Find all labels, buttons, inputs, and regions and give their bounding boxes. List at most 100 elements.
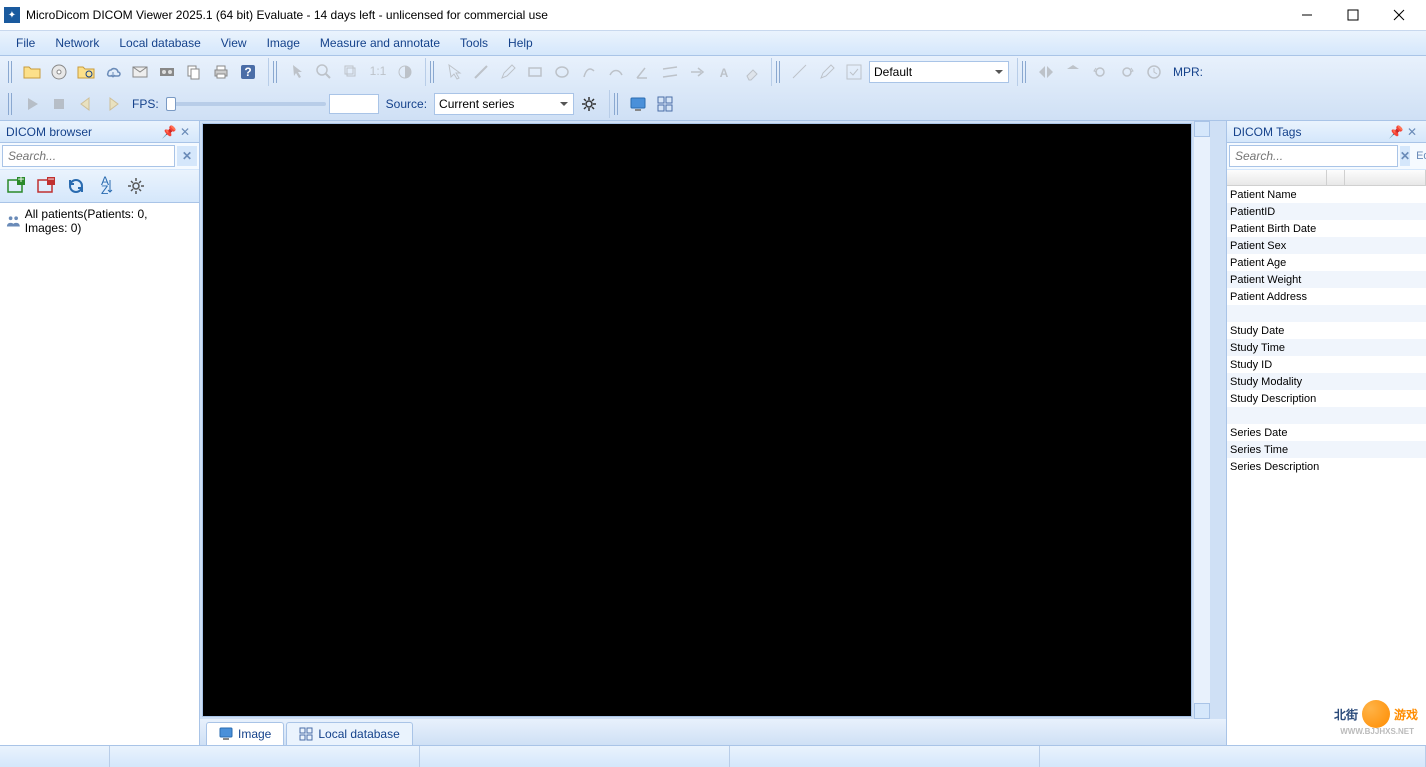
play-icon[interactable]	[20, 92, 44, 116]
toolbar-handle[interactable]	[430, 61, 436, 83]
tags-column-headers[interactable]	[1227, 170, 1426, 186]
video-icon[interactable]	[155, 60, 179, 84]
patient-tree[interactable]: All patients(Patients: 0, Images: 0)	[0, 203, 199, 745]
tab-image[interactable]: Image	[206, 722, 284, 745]
close-button[interactable]	[1376, 0, 1422, 30]
help-icon[interactable]: ?	[236, 60, 260, 84]
settings-icon[interactable]	[124, 174, 148, 198]
tag-row[interactable]: PatientID	[1227, 203, 1426, 220]
stop-icon[interactable]	[47, 92, 71, 116]
tag-row[interactable]: Patient Name	[1227, 186, 1426, 203]
layout-grid-icon[interactable]	[653, 92, 677, 116]
add-patient-icon[interactable]: +	[4, 174, 28, 198]
text-tool-icon[interactable]: A	[712, 60, 736, 84]
menu-network[interactable]: Network	[45, 32, 109, 54]
preset-check-icon[interactable]	[842, 60, 866, 84]
fps-input[interactable]	[329, 94, 379, 114]
refresh-icon[interactable]	[64, 174, 88, 198]
menu-help[interactable]: Help	[498, 32, 543, 54]
reset-icon[interactable]	[1142, 60, 1166, 84]
gear-icon[interactable]	[577, 92, 601, 116]
tags-search-input[interactable]	[1229, 145, 1398, 167]
tag-row[interactable]	[1227, 305, 1426, 322]
menu-local-database[interactable]: Local database	[109, 32, 210, 54]
flip-h-icon[interactable]	[1034, 60, 1058, 84]
rotate-ccw-icon[interactable]	[1088, 60, 1112, 84]
cloud-download-icon[interactable]	[101, 60, 125, 84]
tag-row[interactable]: Patient Age	[1227, 254, 1426, 271]
rotate-cw-icon[interactable]	[1115, 60, 1139, 84]
toolbar-handle[interactable]	[8, 61, 14, 83]
print-icon[interactable]	[209, 60, 233, 84]
tag-row[interactable]: Patient Weight	[1227, 271, 1426, 288]
clear-search-icon[interactable]: ✕	[177, 146, 197, 166]
cobb-angle-icon[interactable]	[658, 60, 682, 84]
pan-icon[interactable]	[339, 60, 363, 84]
select-tool-icon[interactable]	[442, 60, 466, 84]
preset-combo[interactable]: Default	[869, 61, 1009, 83]
close-panel-icon[interactable]: ✕	[1404, 124, 1420, 140]
tag-row[interactable]: Study Time	[1227, 339, 1426, 356]
edit-button[interactable]: Edit	[1412, 148, 1426, 164]
tag-row[interactable]: Series Date	[1227, 424, 1426, 441]
preset-pencil-icon[interactable]	[815, 60, 839, 84]
menu-view[interactable]: View	[211, 32, 257, 54]
preset-line-icon[interactable]	[788, 60, 812, 84]
toolbar-handle[interactable]	[776, 61, 782, 83]
tag-row[interactable]: Patient Birth Date	[1227, 220, 1426, 237]
menu-tools[interactable]: Tools	[450, 32, 498, 54]
source-combo[interactable]: Current series	[434, 93, 574, 115]
window-level-icon[interactable]	[393, 60, 417, 84]
menu-measure-annotate[interactable]: Measure and annotate	[310, 32, 450, 54]
fps-slider[interactable]	[166, 102, 326, 106]
pencil-tool-icon[interactable]	[496, 60, 520, 84]
email-icon[interactable]	[128, 60, 152, 84]
tag-row[interactable]: Study Description	[1227, 390, 1426, 407]
copy-icon[interactable]	[182, 60, 206, 84]
tags-list[interactable]: Patient NamePatientIDPatient Birth DateP…	[1227, 170, 1426, 745]
clear-search-icon[interactable]: ✕	[1400, 146, 1410, 166]
next-icon[interactable]	[101, 92, 125, 116]
menu-file[interactable]: File	[6, 32, 45, 54]
tag-row[interactable]: Series Description	[1227, 458, 1426, 475]
monitor-icon[interactable]	[626, 92, 650, 116]
toolbar-handle[interactable]	[273, 61, 279, 83]
remove-patient-icon[interactable]: −	[34, 174, 58, 198]
open-disc-icon[interactable]	[47, 60, 71, 84]
polygon-tool-icon[interactable]	[577, 60, 601, 84]
open-folder-icon[interactable]	[20, 60, 44, 84]
browser-search-input[interactable]	[2, 145, 175, 167]
tab-local-database[interactable]: Local database	[286, 722, 412, 745]
tag-row[interactable]	[1227, 407, 1426, 424]
sort-icon[interactable]: AZ	[94, 174, 118, 198]
rectangle-tool-icon[interactable]	[523, 60, 547, 84]
ellipse-tool-icon[interactable]	[550, 60, 574, 84]
arrow-tool-icon[interactable]	[685, 60, 709, 84]
fit-icon[interactable]: 1:1	[366, 60, 390, 84]
toolbar-handle[interactable]	[8, 93, 14, 115]
pointer-tool-icon[interactable]	[285, 60, 309, 84]
prev-icon[interactable]	[74, 92, 98, 116]
toolbar-handle[interactable]	[614, 93, 620, 115]
angle-tool-icon[interactable]	[631, 60, 655, 84]
flip-v-icon[interactable]	[1061, 60, 1085, 84]
vertical-scrollbar[interactable]	[1194, 121, 1210, 719]
search-folder-icon[interactable]	[74, 60, 98, 84]
toolbar-handle[interactable]	[1022, 61, 1028, 83]
image-viewport[interactable]	[202, 123, 1192, 717]
pin-icon[interactable]: 📌	[1388, 124, 1404, 140]
close-panel-icon[interactable]: ✕	[177, 124, 193, 140]
maximize-button[interactable]	[1330, 0, 1376, 30]
menu-image[interactable]: Image	[257, 32, 310, 54]
tag-row[interactable]: Study Modality	[1227, 373, 1426, 390]
tag-row[interactable]: Patient Sex	[1227, 237, 1426, 254]
tag-row[interactable]: Patient Address	[1227, 288, 1426, 305]
tag-row[interactable]: Study Date	[1227, 322, 1426, 339]
minimize-button[interactable]	[1284, 0, 1330, 30]
tag-row[interactable]: Study ID	[1227, 356, 1426, 373]
tree-root-item[interactable]: All patients(Patients: 0, Images: 0)	[2, 205, 197, 237]
line-tool-icon[interactable]	[469, 60, 493, 84]
pin-icon[interactable]: 📌	[161, 124, 177, 140]
tag-row[interactable]: Series Time	[1227, 441, 1426, 458]
zoom-icon[interactable]	[312, 60, 336, 84]
